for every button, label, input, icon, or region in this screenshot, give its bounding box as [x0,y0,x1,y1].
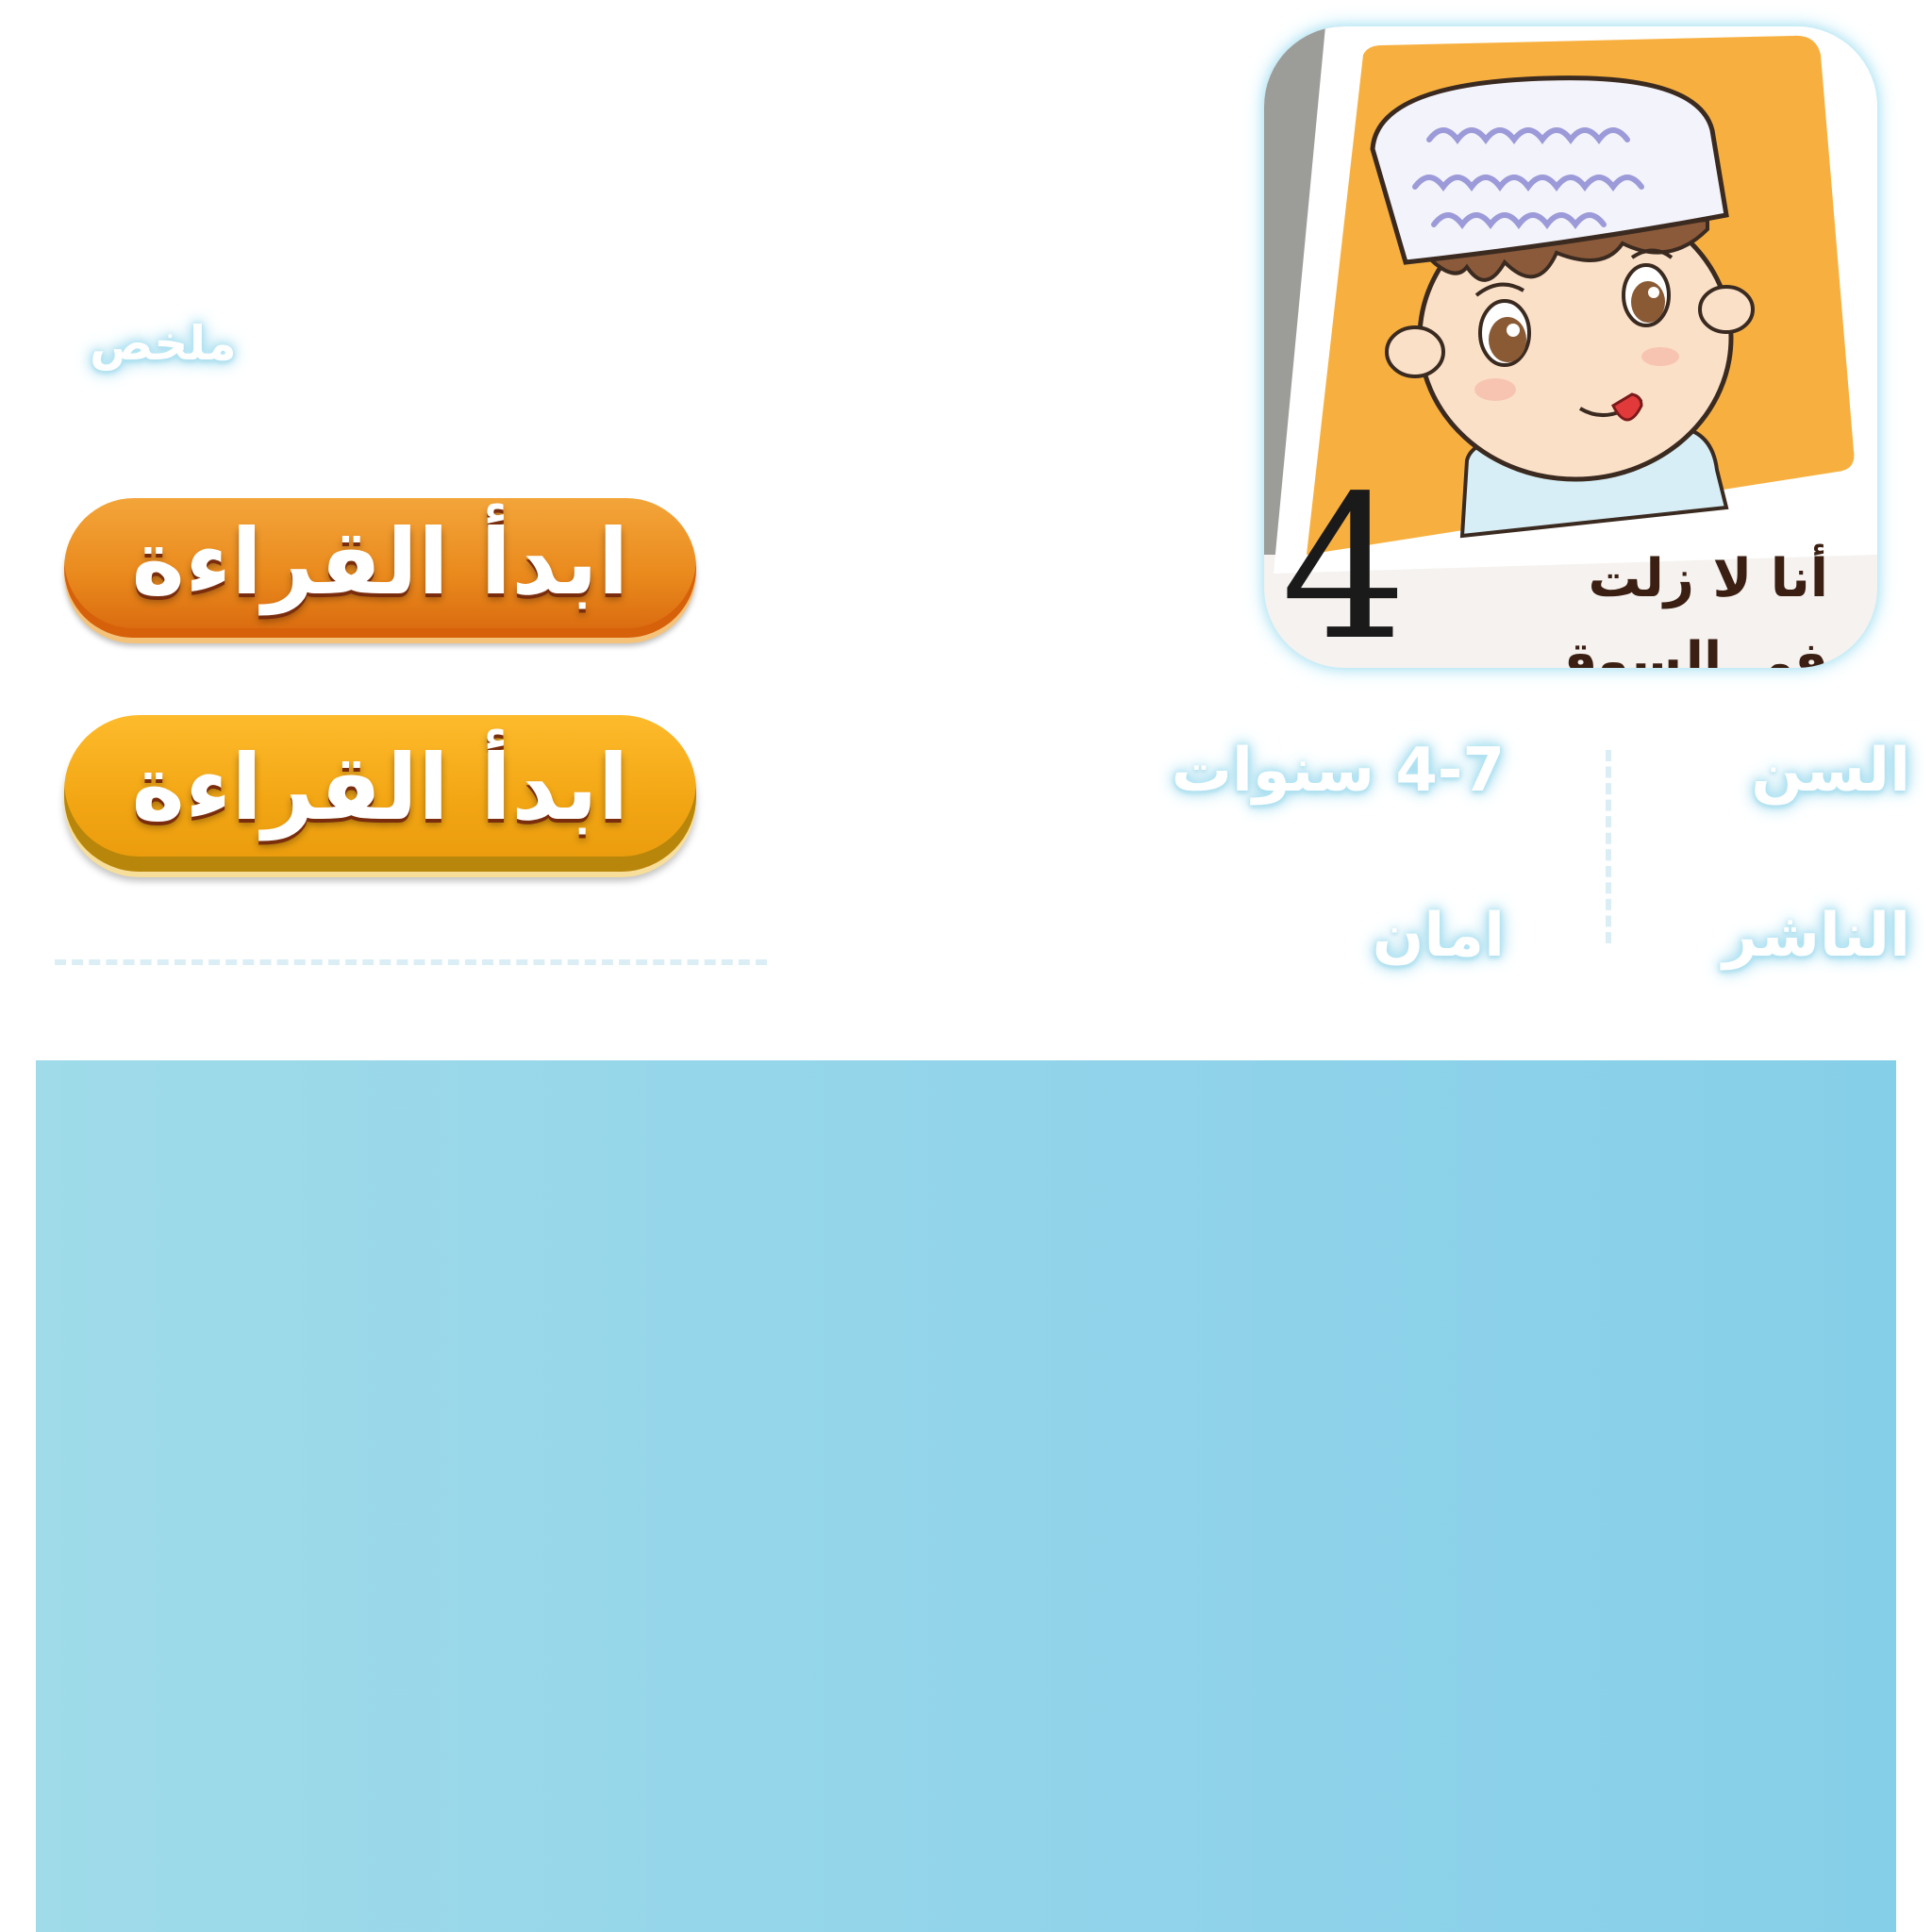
start-reading-button[interactable]: ابدأ القراءة [64,498,696,638]
publisher-label: الناشر [1723,901,1910,971]
summary-label[interactable]: ملخص [90,316,237,371]
publisher-value: امان [1372,901,1505,971]
age-value: 4-7 سنوات [1171,736,1505,806]
meta-divider [1606,750,1611,943]
book-cover[interactable]: 4 أنا لا زلت في السوق [1264,26,1877,668]
summary-content-panel [36,1060,1896,1932]
book-title: أنا لا زلت في السوق [1489,538,1828,668]
book-title-line1: أنا لا زلت [1588,548,1829,609]
book-title-line2: في السوق [1549,631,1828,668]
start-reading-button-alt[interactable]: ابدأ القراءة [64,715,696,872]
start-reading-button-label: ابدأ القراءة [131,509,629,615]
age-label: السن [1751,736,1910,806]
book-number: 4 [1281,453,1407,668]
summary-divider [55,959,767,965]
start-reading-button-alt-label: ابدأ القراءة [131,735,629,841]
